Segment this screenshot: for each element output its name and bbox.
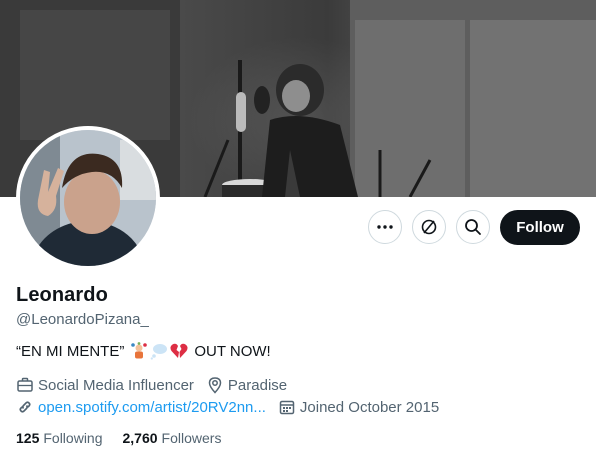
link-icon: [19, 401, 31, 413]
website-item[interactable]: open.spotify.com/artist/20RV2nn...: [16, 398, 266, 416]
followers-label: Followers: [161, 430, 222, 446]
bio-text: OUT NOW!: [194, 342, 271, 360]
profile-meta-row: Social Media Influencer Paradise: [16, 376, 299, 394]
followers-count: 2,760: [122, 430, 158, 446]
category-text: Social Media Influencer: [38, 376, 194, 394]
category-item: Social Media Influencer: [16, 376, 194, 394]
follow-stats: 125 Following 2,760 Followers: [16, 430, 241, 446]
joined-item: Joined October 2015: [278, 398, 439, 416]
briefcase-icon: [17, 377, 33, 392]
more-icon: [377, 225, 393, 229]
follow-button[interactable]: Follow: [500, 210, 580, 245]
profile-bio: “EN MI MENTE” OUT NOW!: [16, 342, 271, 360]
joined-text: Joined October 2015: [299, 398, 440, 416]
following-link[interactable]: 125 Following: [16, 430, 103, 446]
location-icon: [208, 377, 222, 394]
profile-meta-row: open.spotify.com/artist/20RV2nn... Joine…: [16, 398, 451, 416]
profile-avatar[interactable]: [16, 126, 160, 270]
website-link[interactable]: open.spotify.com/artist/20RV2nn...: [38, 399, 266, 416]
broken-heart-emoji: [170, 343, 188, 358]
followers-link[interactable]: 2,760 Followers: [123, 430, 222, 446]
subscribe-button[interactable]: [412, 210, 446, 244]
location-item: Paradise: [206, 376, 287, 394]
following-label: Following: [43, 430, 103, 446]
bio-text: “EN MI MENTE”: [16, 342, 125, 360]
location-text: Paradise: [227, 376, 288, 394]
user-handle: @LeonardoPizana_: [16, 311, 149, 328]
calendar-icon: [279, 400, 295, 415]
search-button[interactable]: [456, 210, 490, 244]
search-icon: [465, 219, 481, 235]
subscribe-icon: [421, 219, 437, 235]
man-juggling-emoji: [131, 342, 148, 359]
display-name: Leonardo: [16, 284, 108, 306]
thought-balloon-emoji: [151, 344, 168, 360]
following-count: 125: [16, 430, 40, 446]
more-button[interactable]: [368, 210, 402, 244]
